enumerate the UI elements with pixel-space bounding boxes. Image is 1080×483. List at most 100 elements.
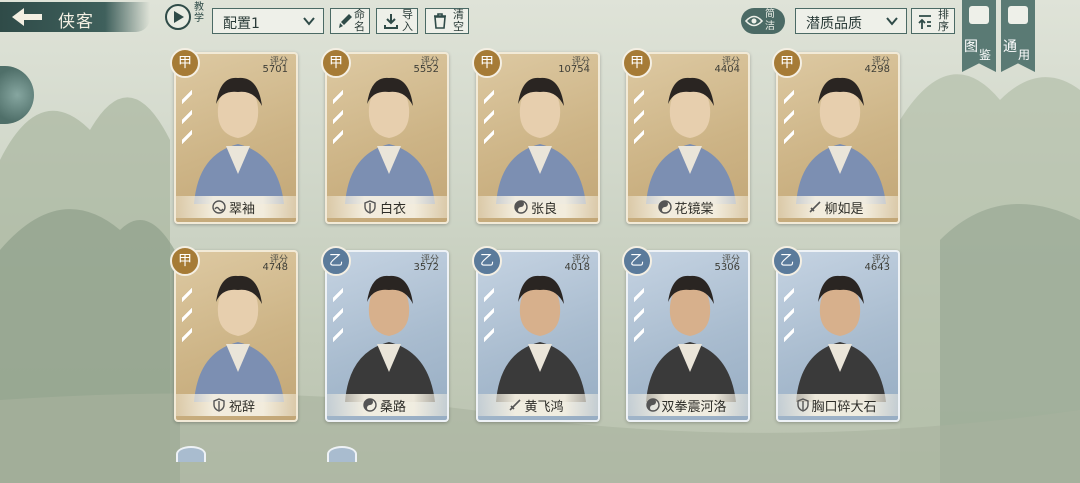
card-frame: 评分 10754 张良 <box>476 52 600 224</box>
card-frame: 评分 5306 双拳震河洛 <box>626 250 750 422</box>
back-arrow-icon <box>12 8 42 26</box>
wave-sect-icon <box>212 200 226 214</box>
hero-portrait <box>646 275 736 402</box>
hero-name: 白衣 <box>380 202 407 217</box>
score-value: 5552 <box>413 64 439 75</box>
weapon-icons <box>484 288 498 348</box>
hero-card[interactable]: 评分 5306 双拳震河洛乙 <box>622 246 754 426</box>
score-value: 4643 <box>864 262 890 273</box>
hero-card[interactable]: 评分 4404 花镜棠甲 <box>622 48 754 228</box>
hero-portrait <box>646 77 736 204</box>
grade-badge: 乙 <box>321 246 351 276</box>
hero-portrait <box>496 275 586 402</box>
config-select[interactable]: 配置1 <box>212 8 324 34</box>
codex-button[interactable]: 图 鉴 <box>962 0 996 72</box>
clear-label: 清空 <box>453 8 464 33</box>
weapon-icons <box>634 90 648 150</box>
next-row-card-hint <box>176 446 206 462</box>
hero-card[interactable]: 评分 10754 张良甲 <box>472 48 604 228</box>
chevron-down-icon <box>886 17 898 26</box>
quality-select[interactable]: 潜质品质 <box>795 8 907 34</box>
card-frame: 评分 4298 柳如是 <box>776 52 900 224</box>
hero-portrait <box>345 77 435 204</box>
card-frame: 评分 4404 花镜棠 <box>626 52 750 224</box>
grade-badge: 甲 <box>170 246 200 276</box>
score-value: 4298 <box>864 64 890 75</box>
hero-card[interactable]: 评分 3572 桑路乙 <box>321 246 453 426</box>
grade-badge: 甲 <box>170 48 200 78</box>
eye-icon <box>745 15 763 27</box>
brush-icon <box>339 14 352 28</box>
hero-portrait <box>194 275 284 402</box>
sort-icon <box>918 15 931 29</box>
hero-card[interactable]: 评分 4748 祝辞甲 <box>170 246 302 426</box>
card-frame: 评分 5552 白衣 <box>325 52 449 224</box>
hero-name: 胸口碎大石 <box>811 400 877 415</box>
grade-badge: 甲 <box>772 48 802 78</box>
name-bar: 黄飞鸿 <box>478 394 598 416</box>
hero-card[interactable]: 评分 5701 翠袖甲 <box>170 48 302 228</box>
rename-button[interactable]: 命名 <box>330 8 370 34</box>
name-bar: 柳如是 <box>778 196 898 218</box>
sort-label: 排序 <box>938 8 949 33</box>
score-value: 5306 <box>714 262 740 273</box>
score-value: 4748 <box>262 262 288 273</box>
sword-sect-icon <box>809 201 821 213</box>
book-icon <box>969 6 989 24</box>
grade-badge: 乙 <box>622 246 652 276</box>
card-frame: 评分 3572 桑路 <box>325 250 449 422</box>
name-bar: 桑路 <box>327 394 447 416</box>
score-value: 4404 <box>714 64 740 75</box>
tutorial-button[interactable] <box>165 4 191 30</box>
hero-name: 花镜棠 <box>674 202 714 217</box>
weapon-icons <box>634 288 648 348</box>
download-icon <box>384 14 398 29</box>
yinyang-sect-icon <box>363 398 377 412</box>
import-label: 导入 <box>402 8 413 33</box>
score-value: 4018 <box>564 262 590 273</box>
weapon-icons <box>333 288 347 348</box>
card-frame: 评分 4018 黄飞鸿 <box>476 250 600 422</box>
play-icon <box>174 11 184 23</box>
yinyang-sect-icon <box>658 200 672 214</box>
yinyang-sect-icon <box>514 200 528 214</box>
import-button[interactable]: 导入 <box>376 8 418 34</box>
hero-card[interactable]: 评分 4643 胸口碎大石乙 <box>772 246 904 426</box>
hero-name: 柳如是 <box>824 202 864 217</box>
grade-badge: 甲 <box>321 48 351 78</box>
weapon-icons <box>333 90 347 150</box>
tutorial-label: 教学 <box>194 2 204 24</box>
book-icon <box>1008 6 1028 24</box>
hero-portrait <box>345 275 435 402</box>
hero-name: 桑路 <box>380 400 407 415</box>
name-bar: 胸口碎大石 <box>778 394 898 416</box>
hero-card[interactable]: 评分 5552 白衣甲 <box>321 48 453 228</box>
card-frame: 评分 5701 翠袖 <box>174 52 298 224</box>
name-bar: 白衣 <box>327 196 447 218</box>
card-frame: 评分 4748 祝辞 <box>174 250 298 422</box>
clear-button[interactable]: 清空 <box>425 8 469 34</box>
hero-card[interactable]: 评分 4018 黄飞鸿乙 <box>472 246 604 426</box>
sort-button[interactable]: 排序 <box>911 8 955 34</box>
next-row-card-hint <box>327 446 357 462</box>
hero-card[interactable]: 评分 4298 柳如是甲 <box>772 48 904 228</box>
sword-sect-icon <box>509 399 521 411</box>
hero-portrait <box>194 77 284 204</box>
grade-badge: 甲 <box>472 48 502 78</box>
config-value: 配置1 <box>223 16 260 32</box>
name-bar: 双拳震河洛 <box>628 394 748 416</box>
shield-sect-icon <box>797 398 809 412</box>
score-value: 5701 <box>262 64 288 75</box>
grade-badge: 乙 <box>472 246 502 276</box>
general-button[interactable]: 通 用 <box>1001 0 1035 72</box>
hero-name: 张良 <box>531 202 558 217</box>
back-button[interactable]: 侠客 <box>0 2 150 32</box>
shield-sect-icon <box>364 200 376 214</box>
name-bar: 翠袖 <box>176 196 296 218</box>
yinyang-sect-icon <box>646 398 660 412</box>
simple-view-toggle[interactable]: 简洁 <box>741 8 785 34</box>
hero-name: 双拳震河洛 <box>661 400 727 415</box>
name-bar: 花镜棠 <box>628 196 748 218</box>
trash-icon <box>434 13 446 29</box>
shield-sect-icon <box>213 398 225 412</box>
